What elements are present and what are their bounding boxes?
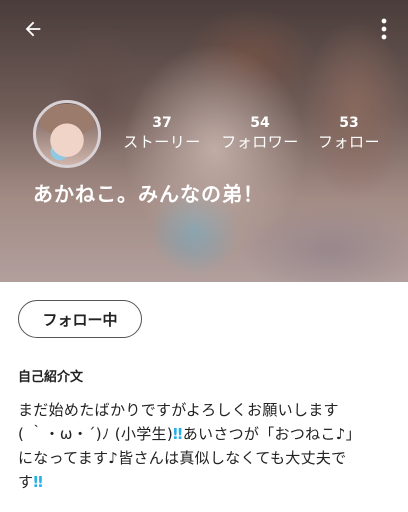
bio-line: ( ｀・ω・´)ﾉ (小学生)‼あいさつが「おつねこ♪」 — [18, 422, 393, 446]
profile-header: 37 ストーリー 54 フォロワー 53 フォロー あかねこ。みんなの弟！ — [0, 0, 408, 282]
bio-text: まだ始めたばかりですがよろしくお願いします ( ｀・ω・´)ﾉ (小学生)‼あい… — [18, 398, 393, 494]
followers-label: フォロワー — [221, 133, 299, 151]
stories-count: 37 — [152, 115, 172, 131]
profile-name: あかねこ。みんなの弟！ — [33, 182, 264, 206]
more-menu-button[interactable] — [374, 14, 394, 44]
bio-segment: あいさつが「おつねこ♪」 — [182, 425, 361, 443]
followers-count: 54 — [250, 115, 270, 131]
stat-following[interactable]: 53 フォロー — [313, 114, 385, 152]
following-button[interactable]: フォロー中 — [18, 300, 142, 338]
double-exclamation-icon: ‼ — [33, 473, 44, 491]
stat-stories[interactable]: 37 ストーリー — [120, 114, 204, 152]
following-count: 53 — [339, 115, 359, 131]
stat-followers[interactable]: 54 フォロワー — [218, 114, 302, 152]
bio-line: す‼ — [18, 470, 393, 494]
following-label: フォロー — [317, 133, 380, 151]
arrow-left-icon — [25, 21, 41, 37]
bio-line: まだ始めたばかりですがよろしくお願いします — [18, 401, 339, 419]
more-vertical-icon — [381, 18, 387, 40]
double-exclamation-icon: ‼ — [173, 425, 183, 443]
bio-line: になってます♪皆さんは真似しなくても大丈夫で — [18, 449, 347, 467]
back-button[interactable] — [18, 14, 48, 44]
avatar[interactable] — [33, 100, 101, 168]
stories-label: ストーリー — [123, 133, 201, 151]
bio-title: 自己紹介文 — [18, 370, 84, 385]
bio-segment: す — [18, 473, 34, 491]
bio-segment: ( ｀・ω・´)ﾉ (小学生) — [18, 425, 174, 443]
